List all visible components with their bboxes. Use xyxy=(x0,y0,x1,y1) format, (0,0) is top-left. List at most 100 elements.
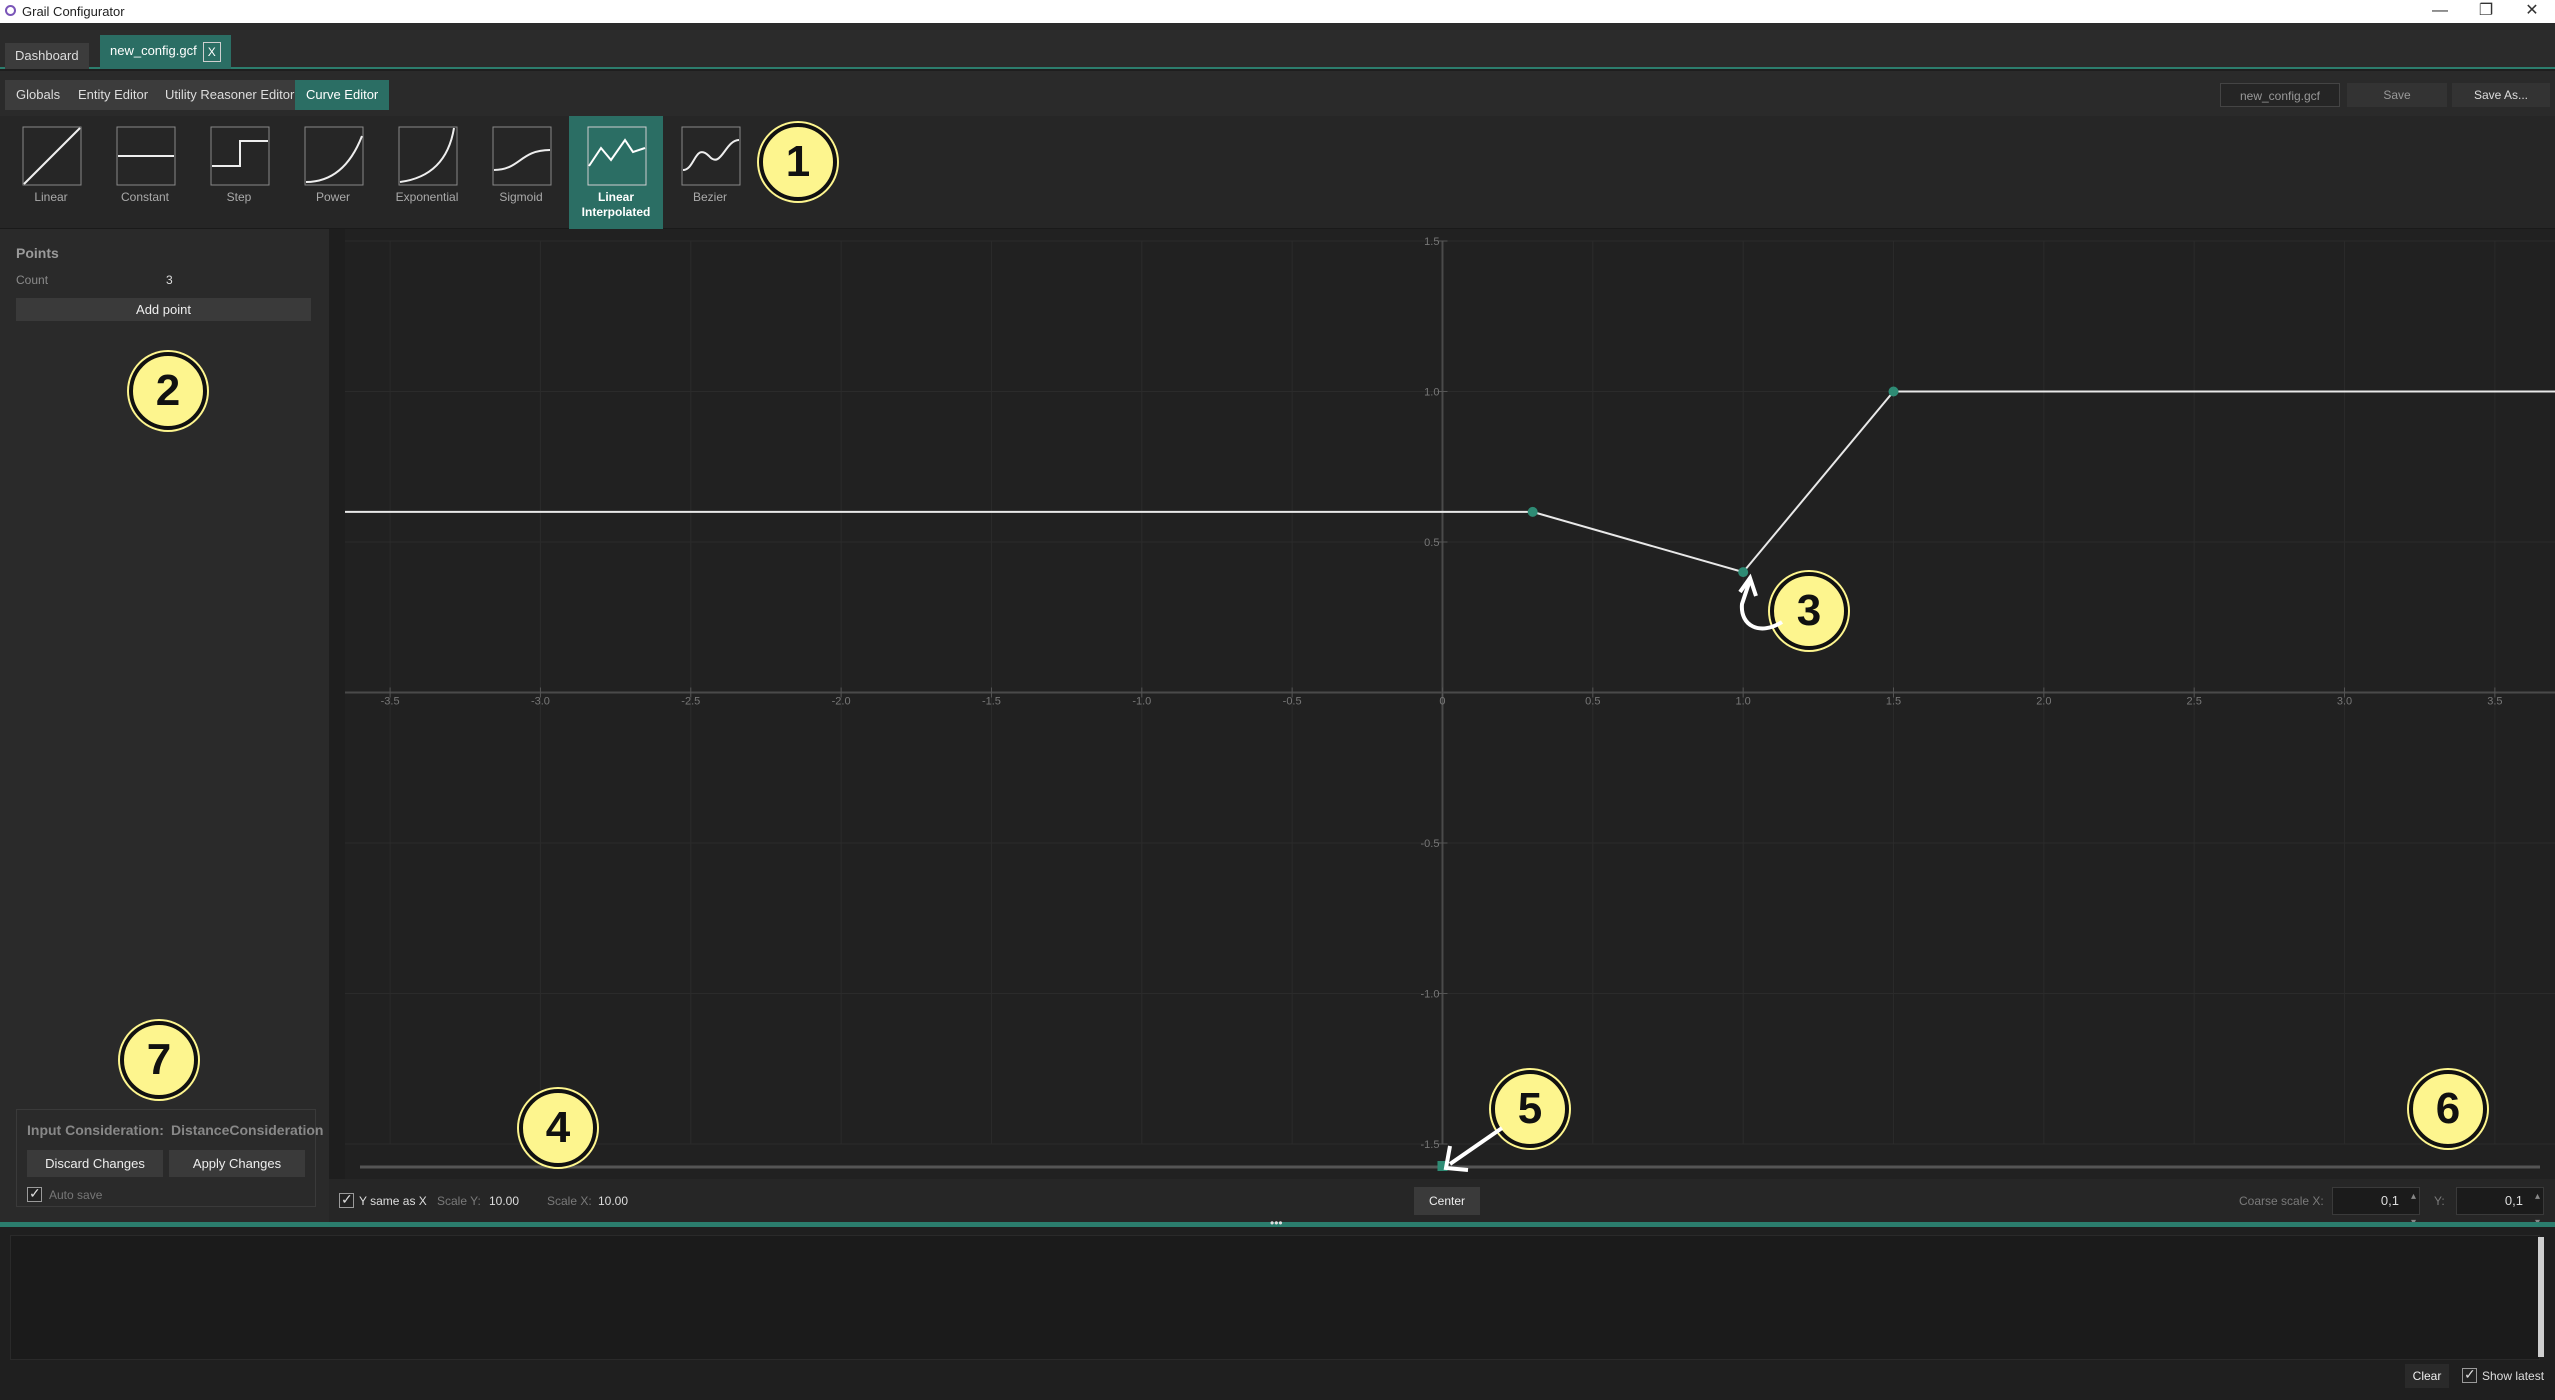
input-consideration-label: Input Consideration: xyxy=(27,1122,164,1138)
restore-button[interactable]: ❐ xyxy=(2463,0,2509,23)
tab-globals[interactable]: Globals xyxy=(5,80,72,110)
curve-type-label: Sigmoid xyxy=(499,190,543,204)
x-tick-label: 3.5 xyxy=(2487,696,2502,708)
scale-bar: Y same as X Scale Y: 10.00 Scale X: 10.0… xyxy=(329,1179,2555,1228)
minimize-button[interactable]: — xyxy=(2417,0,2463,23)
x-tick-label: -1.5 xyxy=(982,696,1001,708)
step-curve-icon xyxy=(210,126,270,186)
x-tick-label: 1.5 xyxy=(1886,696,1901,708)
curve-type-step[interactable]: Step xyxy=(192,116,286,229)
coarse-scale-x-input[interactable]: 0,1▴▾ xyxy=(2332,1187,2420,1228)
save-button[interactable]: Save xyxy=(2347,83,2447,107)
x-tick-label: 2.5 xyxy=(2187,696,2202,708)
consideration-panel: Input Consideration: DistanceConsiderati… xyxy=(16,1109,323,1207)
tab-label: Dashboard xyxy=(15,48,79,63)
close-tab-icon[interactable]: X xyxy=(202,41,221,62)
log-scrollbar[interactable] xyxy=(2538,1237,2544,1357)
x-tick-label: 0 xyxy=(1439,696,1445,708)
curve-type-label: Constant xyxy=(120,190,170,204)
discard-changes-button[interactable]: Discard Changes xyxy=(27,1150,163,1177)
curve-line xyxy=(345,390,2555,574)
save-as-button[interactable]: Save As... xyxy=(2452,83,2550,107)
y-same-as-x-checkbox[interactable] xyxy=(339,1191,354,1208)
curve-type-label: Exponential xyxy=(395,190,459,204)
scale-x-label: Scale X: xyxy=(547,1194,592,1208)
x-tick-label: 3.0 xyxy=(2337,696,2352,708)
curve-point[interactable] xyxy=(1527,506,1538,517)
callout-6: 6 xyxy=(2409,1070,2487,1148)
autosave-checkbox[interactable] xyxy=(27,1185,42,1202)
log-output[interactable] xyxy=(10,1235,2540,1360)
x-tick-label: -3.0 xyxy=(531,696,550,708)
x-tick-label: 2.0 xyxy=(2036,696,2051,708)
log-panel: Clear Show latest xyxy=(0,1227,2555,1400)
app-logo-icon xyxy=(5,5,16,16)
curve-type-label: Linear xyxy=(34,190,68,204)
curve-point[interactable] xyxy=(1888,386,1899,397)
rotate-arrow-icon xyxy=(1738,573,1784,631)
curve-type-constant[interactable]: Constant xyxy=(98,116,192,229)
coarse-scale-y-value: 0,1 xyxy=(2504,1193,2523,1208)
sigmoid-curve-icon xyxy=(492,126,552,186)
curve-type-power[interactable]: Power xyxy=(286,116,380,229)
tab-curve-editor[interactable]: Curve Editor xyxy=(295,80,390,110)
window-title: Grail Configurator xyxy=(22,4,125,19)
callout-1: 1 xyxy=(759,123,837,201)
power-curve-icon xyxy=(304,126,364,186)
y-tick-label: 1.5 xyxy=(1424,236,1439,248)
y-tick-label: -1.0 xyxy=(1421,989,1440,1001)
coarse-scale-y-input[interactable]: 0,1▴▾ xyxy=(2456,1187,2544,1228)
linear-interpolated-curve-icon xyxy=(587,126,647,186)
callout-2: 2 xyxy=(129,352,207,430)
close-window-button[interactable]: ✕ xyxy=(2509,0,2555,23)
scale-y-value[interactable]: 10.00 xyxy=(489,1194,519,1208)
exponential-curve-icon xyxy=(398,126,458,186)
tab-utility-reasoner-editor[interactable]: Utility Reasoner Editor xyxy=(154,80,306,110)
y-tick-label: 0.5 xyxy=(1424,537,1439,549)
add-point-button[interactable]: Add point xyxy=(16,298,311,321)
x-tick-label: -2.0 xyxy=(832,696,851,708)
curve-type-linear[interactable]: Linear xyxy=(4,116,98,229)
editor-toolbar: Globals Entity Editor Utility Reasoner E… xyxy=(0,71,2555,116)
count-label: Count xyxy=(16,273,49,287)
curve-chart[interactable]: -3.5 -3.0 -2.5 -2.0 -1.5 -1.0 -0.5 0 0.5 1.0 1.5 2.… xyxy=(345,229,2555,1179)
tab-new-config[interactable]: new_config.gcf X xyxy=(100,35,231,69)
tab-label: new_config.gcf xyxy=(110,43,197,58)
tab-dashboard[interactable]: Dashboard xyxy=(5,43,89,69)
curve-graph[interactable]: -3.5 -3.0 -2.5 -2.0 -1.5 -1.0 -0.5 0 0.5 1.0 1.5 2.… xyxy=(345,229,2555,1179)
curve-type-bar: Linear Constant Step Power Exponential S… xyxy=(0,116,2555,229)
x-tick-label: 0.5 xyxy=(1585,696,1600,708)
show-latest-label: Show latest xyxy=(2482,1369,2545,1383)
curve-type-linear-interpolated[interactable]: Linear Interpolated xyxy=(569,116,663,229)
coarse-scale-x-label: Coarse scale X: xyxy=(2239,1194,2324,1208)
filename-field[interactable]: new_config.gcf xyxy=(2220,83,2340,107)
x-tick-label: -3.5 xyxy=(381,696,400,708)
center-button[interactable]: Center xyxy=(1414,1187,1480,1215)
curve-type-label: Step xyxy=(226,190,252,204)
scale-x-value[interactable]: 10.00 xyxy=(598,1194,628,1208)
constant-curve-icon xyxy=(116,126,176,186)
autosave-label: Auto save xyxy=(49,1188,103,1202)
curve-type-bezier[interactable]: Bezier xyxy=(663,116,757,229)
apply-changes-button[interactable]: Apply Changes xyxy=(169,1150,305,1177)
x-tick-label: 1.0 xyxy=(1736,696,1751,708)
clear-log-button[interactable]: Clear xyxy=(2405,1364,2449,1388)
bezier-curve-icon xyxy=(681,126,741,186)
curve-type-sigmoid[interactable]: Sigmoid xyxy=(474,116,568,229)
x-tick-label: -2.5 xyxy=(681,696,700,708)
y-same-as-x-label: Y same as X xyxy=(359,1194,427,1208)
curve-type-label: Power xyxy=(315,190,350,204)
linear-curve-icon xyxy=(22,126,82,186)
coarse-scale-x-value: 0,1 xyxy=(2380,1193,2399,1208)
input-consideration-value: DistanceConsideration xyxy=(171,1122,324,1138)
callout-7: 7 xyxy=(120,1021,198,1099)
document-tabs: Dashboard new_config.gcf X xyxy=(0,23,2555,69)
x-tick-label: -0.5 xyxy=(1283,696,1302,708)
curve-type-label: Bezier xyxy=(692,190,727,204)
tab-entity-editor[interactable]: Entity Editor xyxy=(67,80,160,110)
coarse-scale-y-label: Y: xyxy=(2434,1194,2445,1208)
curve-type-exponential[interactable]: Exponential xyxy=(380,116,474,229)
y-tick-label: -0.5 xyxy=(1421,838,1440,850)
scale-y-label: Scale Y: xyxy=(437,1194,481,1208)
show-latest-checkbox[interactable] xyxy=(2462,1366,2477,1383)
